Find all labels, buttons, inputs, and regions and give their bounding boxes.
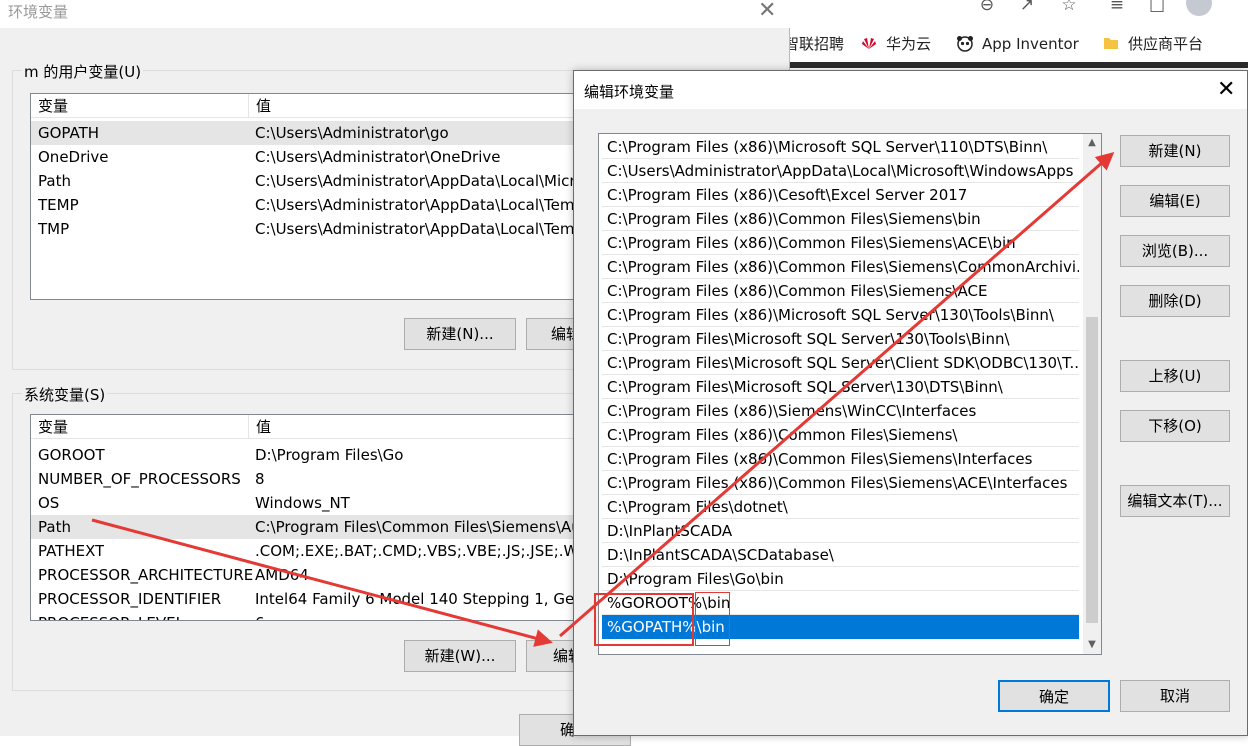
edit-text-button[interactable]: 编辑文本(T)... xyxy=(1120,485,1230,517)
variable-value: AMD64 xyxy=(255,566,309,584)
path-entry[interactable]: C:\Program Files (x86)\Common Files\Siem… xyxy=(602,447,1079,471)
variable-value: C:\Users\Administrator\go xyxy=(255,124,449,142)
browser-toolbar: ⊖ ↗ ☆ ≡ □ xyxy=(790,0,1248,22)
edit-button[interactable]: 编辑(E) xyxy=(1120,185,1230,217)
path-entry[interactable]: C:\Program Files (x86)\Siemens\WinCC\Int… xyxy=(602,399,1079,423)
variable-value: C:\Users\Administrator\AppData\Local\Tem xyxy=(255,220,575,238)
close-icon[interactable]: ✕ xyxy=(1217,77,1235,102)
path-entry[interactable]: C:\Program Files (x86)\Cesoft\Excel Serv… xyxy=(602,183,1079,207)
user-new-button[interactable]: 新建(N)... xyxy=(404,318,516,350)
variable-name: OS xyxy=(38,494,60,512)
variable-value: .COM;.EXE;.BAT;.CMD;.VBS;.VBE;.JS;.JSE;.… xyxy=(255,542,597,560)
column-header-variable[interactable]: 变量 xyxy=(31,94,249,118)
bookmark-label: 智联招聘 xyxy=(784,35,845,53)
variable-name: NUMBER_OF_PROCESSORS xyxy=(38,470,241,488)
variable-value: 8 xyxy=(255,470,265,488)
bookmark-label: App Inventor xyxy=(982,35,1079,53)
variable-value: 6 xyxy=(255,611,265,620)
variable-name: TMP xyxy=(38,220,70,238)
variable-name: OneDrive xyxy=(38,148,109,166)
bookmarks-bar: 智联招聘 华为云 App Inventor 供应商平台 xyxy=(784,30,1248,58)
variable-value: D:\Program Files\Go xyxy=(255,446,404,464)
browse-button[interactable]: 浏览(B)... xyxy=(1120,235,1230,267)
variable-name: GOROOT xyxy=(38,446,105,464)
path-entry[interactable]: C:\Program Files (x86)\Common Files\Siem… xyxy=(602,423,1079,447)
system-variables-label: 系统变量(S) xyxy=(22,384,108,405)
path-entry[interactable]: D:\Program Files\Go\bin xyxy=(602,567,1079,591)
path-entry[interactable]: C:\Program Files (x86)\Microsoft SQL Ser… xyxy=(602,303,1079,327)
variable-name: PROCESSOR_LEVEL xyxy=(38,611,184,620)
annotation-highlight-box xyxy=(594,593,694,646)
variable-name: PROCESSOR_ARCHITECTURE xyxy=(38,566,254,584)
dialog-title: 环境变量 xyxy=(8,3,69,21)
variable-name: Path xyxy=(38,172,71,190)
path-entry[interactable]: C:\Program Files (x86)\Common Files\Siem… xyxy=(602,471,1079,495)
variable-value: Windows_NT xyxy=(255,494,350,512)
path-entry[interactable]: C:\Program Files\Microsoft SQL Server\13… xyxy=(602,327,1079,351)
path-entry[interactable]: C:\Program Files (x86)\Common Files\Siem… xyxy=(602,255,1079,279)
new-button[interactable]: 新建(N) xyxy=(1120,135,1230,167)
column-header-variable[interactable]: 变量 xyxy=(31,415,249,439)
window-icon[interactable]: □ xyxy=(1146,0,1168,18)
variable-value: C:\Program Files\Common Files\Siemens\Au xyxy=(255,518,581,536)
scrollbar-thumb[interactable] xyxy=(1086,317,1098,623)
dialog-title: 编辑环境变量 xyxy=(584,83,675,101)
variable-value: C:\Users\Administrator\AppData\Local\Mic… xyxy=(255,172,576,190)
path-entry[interactable]: C:\Users\Administrator\AppData\Local\Mic… xyxy=(602,159,1079,183)
variable-name: PATHEXT xyxy=(38,542,105,560)
dialog-titlebar: 环境变量 ✕ xyxy=(0,0,790,28)
scroll-up-icon[interactable]: ▲ xyxy=(1083,134,1101,152)
folder-icon xyxy=(1102,33,1120,51)
path-entry[interactable]: C:\Program Files (x86)\Common Files\Siem… xyxy=(602,231,1079,255)
annotation-highlight-box xyxy=(695,592,730,646)
system-new-button[interactable]: 新建(W)... xyxy=(404,640,516,672)
scroll-down-icon[interactable]: ▼ xyxy=(1083,636,1101,654)
bookmark-label: 华为云 xyxy=(886,35,932,53)
bookmark-app-inventor[interactable]: App Inventor xyxy=(956,30,1079,58)
path-entries-list[interactable]: C:\Program Files (x86)\Microsoft SQL Ser… xyxy=(598,133,1102,655)
path-entry[interactable]: C:\Program Files\dotnet\ xyxy=(602,495,1079,519)
path-entry[interactable]: C:\Program Files\Microsoft SQL Server\13… xyxy=(602,375,1079,399)
bookmark-zhilian[interactable]: 智联招聘 xyxy=(784,30,844,58)
scrollbar[interactable]: ▲ ▼ xyxy=(1083,134,1101,654)
path-entry[interactable]: C:\Program Files (x86)\Common Files\Siem… xyxy=(602,279,1079,303)
path-entry[interactable]: C:\Program Files (x86)\Common Files\Siem… xyxy=(602,207,1079,231)
dialog-titlebar: 编辑环境变量 ✕ xyxy=(574,71,1247,109)
variable-name: PROCESSOR_IDENTIFIER xyxy=(38,590,222,608)
bookmark-label: 供应商平台 xyxy=(1128,35,1204,53)
variable-name: Path xyxy=(38,518,71,536)
reading-list-icon[interactable]: ≡ xyxy=(1106,0,1128,18)
cancel-button[interactable]: 取消 xyxy=(1120,680,1230,712)
variable-value: C:\Users\Administrator\AppData\Local\Tem xyxy=(255,196,575,214)
variable-name: TEMP xyxy=(38,196,79,214)
path-entry[interactable]: C:\Program Files\Microsoft SQL Server\Cl… xyxy=(602,351,1079,375)
bookmark-supplier-platform[interactable]: 供应商平台 xyxy=(1102,30,1203,58)
variable-value: C:\Users\Administrator\OneDrive xyxy=(255,148,501,166)
zoom-icon[interactable]: ⊖ xyxy=(976,0,998,18)
profile-avatar[interactable] xyxy=(1186,0,1212,16)
variable-name: GOPATH xyxy=(38,124,100,142)
path-entry[interactable]: C:\Program Files (x86)\Microsoft SQL Ser… xyxy=(602,135,1079,159)
close-icon[interactable]: ✕ xyxy=(758,0,776,23)
user-variables-label: m 的用户变量(U) xyxy=(22,61,144,82)
move-up-button[interactable]: 上移(U) xyxy=(1120,360,1230,392)
browser-background: ⊖ ↗ ☆ ≡ □ 智联招聘 华为云 App Inventor 供应商平台 xyxy=(784,0,1248,68)
move-down-button[interactable]: 下移(O) xyxy=(1120,410,1230,442)
share-icon[interactable]: ↗ xyxy=(1016,0,1038,18)
variable-value: Intel64 Family 6 Model 140 Stepping 1, G… xyxy=(255,590,594,608)
panda-icon xyxy=(956,33,974,52)
delete-button[interactable]: 删除(D) xyxy=(1120,285,1230,317)
browser-content-edge xyxy=(790,62,1248,68)
path-entry[interactable]: D:\InPlantSCADA xyxy=(602,519,1079,543)
bookmark-huawei[interactable]: 华为云 xyxy=(860,30,931,58)
ok-button[interactable]: 确定 xyxy=(998,680,1110,712)
huawei-icon xyxy=(860,33,878,51)
path-entry[interactable]: D:\InPlantSCADA\SCDatabase\ xyxy=(602,543,1079,567)
star-icon[interactable]: ☆ xyxy=(1058,0,1080,18)
